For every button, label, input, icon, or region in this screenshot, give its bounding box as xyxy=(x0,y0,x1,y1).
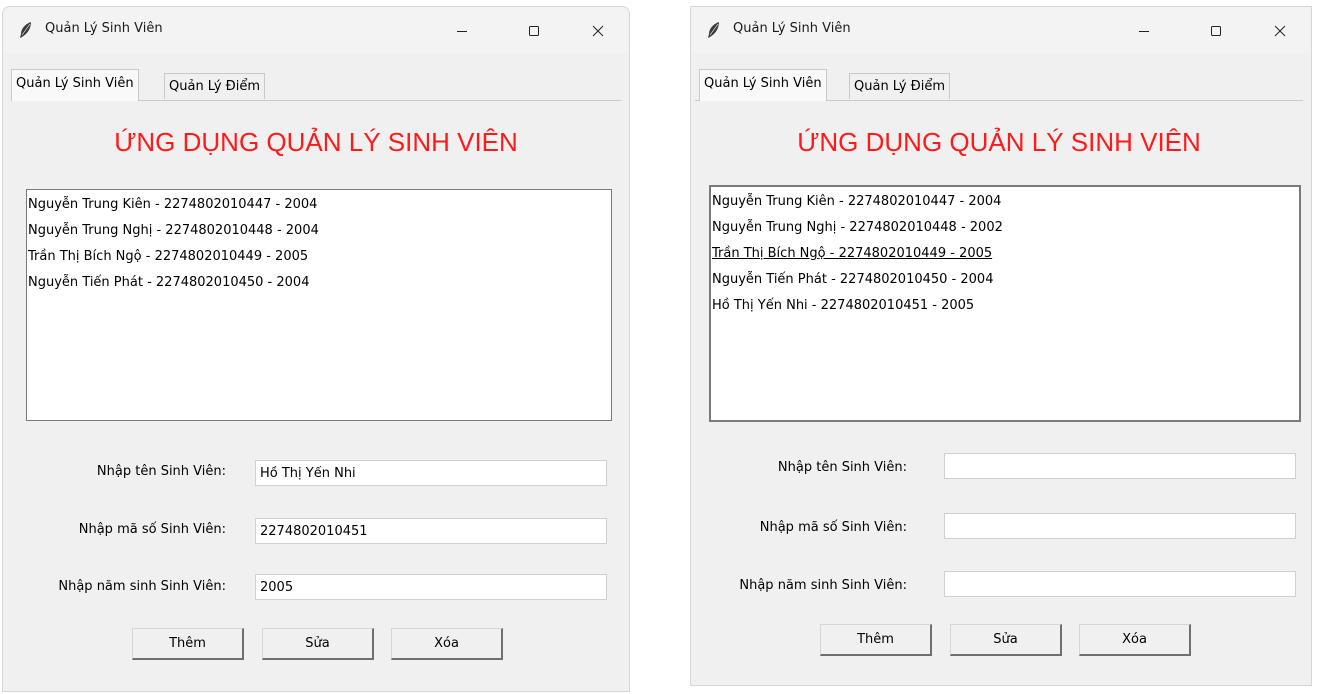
close-button[interactable] xyxy=(575,15,621,47)
minimize-icon xyxy=(457,31,467,32)
list-item[interactable]: Nguyễn Trung Kiên - 2274802010447 - 2004 xyxy=(712,189,1298,215)
page-title: ỨNG DỤNG QUẢN LÝ SINH VIÊN xyxy=(114,127,518,157)
student-id-field[interactable] xyxy=(944,513,1296,539)
tab-grade-management[interactable]: Quản Lý Điểm xyxy=(849,73,951,99)
app-window-before: Quản Lý Sinh Viên Quản Lý Sinh Viên Quản… xyxy=(2,6,630,692)
student-name-label: Nhập tên Sinh Viên: xyxy=(96,464,226,479)
birth-year-field[interactable] xyxy=(944,571,1296,597)
tab-student-management[interactable]: Quản Lý Sinh Viên xyxy=(699,69,827,101)
list-item[interactable]: Nguyễn Trung Nghị - 2274802010448 - 2002 xyxy=(712,215,1298,241)
window-title: Quản Lý Sinh Viên xyxy=(733,21,851,36)
title-bar[interactable]: Quản Lý Sinh Viên xyxy=(3,7,629,53)
student-listbox[interactable]: Nguyễn Trung Kiên - 2274802010447 - 2004… xyxy=(709,185,1301,422)
student-id-label: Nhập mã số Sinh Viên: xyxy=(759,520,907,535)
title-bar[interactable]: Quản Lý Sinh Viên xyxy=(691,7,1311,53)
birth-year-label: Nhập năm sinh Sinh Viên: xyxy=(58,579,226,594)
close-button[interactable] xyxy=(1257,15,1303,47)
minimize-button[interactable] xyxy=(1121,15,1167,47)
action-buttons: Thêm Sửa Xóa xyxy=(132,628,512,662)
list-item-selected[interactable]: Trần Thị Bích Ngộ - 2274802010449 - 2005 xyxy=(712,241,1298,267)
minimize-button[interactable] xyxy=(439,15,485,47)
list-item[interactable]: Nguyễn Tiến Phát - 2274802010450 - 2004 xyxy=(712,267,1298,293)
add-button[interactable]: Thêm xyxy=(132,628,244,660)
window-title: Quản Lý Sinh Viên xyxy=(45,21,163,36)
list-item[interactable]: Nguyễn Trung Kiên - 2274802010447 - 2004 xyxy=(28,192,610,218)
feather-icon xyxy=(708,22,719,38)
list-item[interactable]: Trần Thị Bích Ngộ - 2274802010449 - 2005 xyxy=(28,244,610,270)
tab-grade-management[interactable]: Quản Lý Điểm xyxy=(164,73,266,99)
tab-panel: ỨNG DỤNG QUẢN LÝ SINH VIÊN Nguyễn Trung … xyxy=(695,100,1303,685)
birth-year-field[interactable] xyxy=(255,574,607,600)
edit-button[interactable]: Sửa xyxy=(950,624,1062,656)
birth-year-label: Nhập năm sinh Sinh Viên: xyxy=(739,578,907,593)
student-name-field[interactable] xyxy=(255,460,607,486)
student-name-label: Nhập tên Sinh Viên: xyxy=(777,460,907,475)
maximize-button[interactable] xyxy=(1193,15,1239,47)
edit-button[interactable]: Sửa xyxy=(262,628,374,660)
student-listbox[interactable]: Nguyễn Trung Kiên - 2274802010447 - 2004… xyxy=(26,189,612,421)
list-item[interactable]: Nguyễn Tiến Phát - 2274802010450 - 2004 xyxy=(28,270,610,296)
delete-button[interactable]: Xóa xyxy=(1079,624,1191,656)
minimize-icon xyxy=(1139,31,1149,32)
close-icon xyxy=(592,25,604,37)
list-item[interactable]: Nguyễn Trung Nghị - 2274802010448 - 2004 xyxy=(28,218,610,244)
app-window-after: Quản Lý Sinh Viên Quản Lý Sinh Viên Quản… xyxy=(690,6,1312,686)
student-id-field[interactable] xyxy=(255,518,607,544)
tab-panel: ỨNG DỤNG QUẢN LÝ SINH VIÊN Nguyễn Trung … xyxy=(11,100,621,691)
maximize-icon xyxy=(529,26,539,36)
tab-student-management[interactable]: Quản Lý Sinh Viên xyxy=(11,69,139,101)
maximize-button[interactable] xyxy=(511,15,557,47)
action-buttons: Thêm Sửa Xóa xyxy=(820,624,1200,658)
student-id-label: Nhập mã số Sinh Viên: xyxy=(78,522,226,537)
student-name-field[interactable] xyxy=(944,453,1296,479)
page-title: ỨNG DỤNG QUẢN LÝ SINH VIÊN xyxy=(797,127,1201,157)
add-button[interactable]: Thêm xyxy=(820,624,932,656)
close-icon xyxy=(1274,25,1286,37)
list-item[interactable]: Hồ Thị Yến Nhi - 2274802010451 - 2005 xyxy=(712,293,1298,319)
delete-button[interactable]: Xóa xyxy=(391,628,503,660)
feather-icon xyxy=(20,22,31,38)
maximize-icon xyxy=(1211,26,1221,36)
